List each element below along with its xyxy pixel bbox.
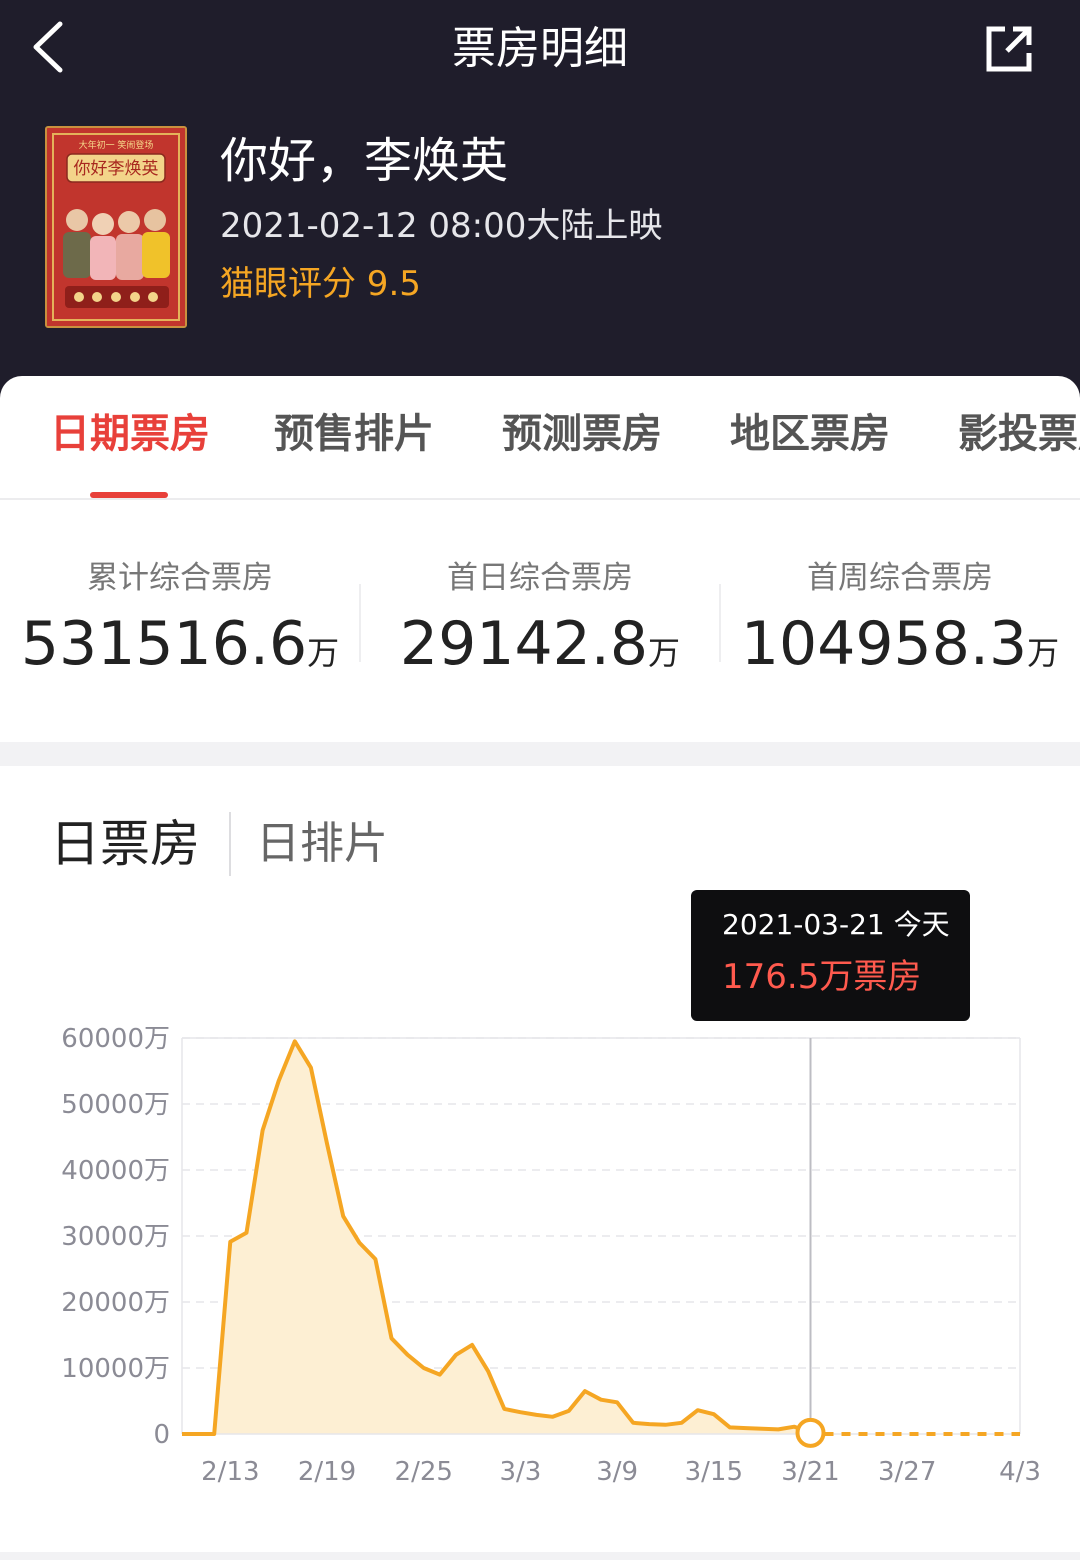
stat-unit: 万 <box>648 634 681 672</box>
x-tick-label: 3/21 <box>781 1457 839 1487</box>
y-tick-label: 50000万 <box>61 1090 170 1120</box>
share-icon <box>986 26 1032 72</box>
chart-tab-daily-schedule[interactable]: 日排片 <box>256 812 388 876</box>
tab-bar: 日期票房 预售排片 预测票房 地区票房 影投票房 <box>0 376 1080 500</box>
poster-title: 你好李焕英 <box>74 159 159 179</box>
series-area <box>182 1041 811 1434</box>
y-tick-label: 20000万 <box>61 1288 170 1318</box>
stat-cumulative: 累计综合票房 531516.6万 <box>0 556 360 691</box>
y-tick-label: 30000万 <box>61 1222 170 1252</box>
stat-value: 531516.6 <box>20 609 308 679</box>
stat-label: 累计综合票房 <box>87 560 273 596</box>
stat-value: 29142.8 <box>399 609 649 679</box>
box-office-summary-card: 日期票房 预售排片 预测票房 地区票房 影投票房 累计综合票房 531516.6… <box>0 376 1080 742</box>
maoyan-rating: 猫眼评分 9.5 <box>220 264 421 304</box>
stat-first-week: 首周综合票房 104958.3万 <box>720 556 1080 691</box>
x-tick-label: 4/3 <box>999 1457 1041 1487</box>
stat-first-day: 首日综合票房 29142.8万 <box>360 556 720 691</box>
x-tick-label: 3/15 <box>685 1457 743 1487</box>
tooltip-value: 176.5万票房 <box>722 957 922 997</box>
tab-date-box-office[interactable]: 日期票房 <box>50 406 210 462</box>
x-tick-label: 2/13 <box>201 1457 259 1487</box>
stat-label: 首周综合票房 <box>807 560 993 596</box>
daily-chart-card: 60000万 50000万 40000万 30000万 20000万 10000万 0 2/1… <box>0 766 1080 1552</box>
x-tick-label: 3/9 <box>596 1457 638 1487</box>
stat-unit: 万 <box>307 634 340 672</box>
stat-label: 首日综合票房 <box>447 560 633 596</box>
x-tick-label: 3/27 <box>878 1457 936 1487</box>
tab-presale-schedule[interactable]: 预售排片 <box>274 406 434 462</box>
chart-tab-daily-box-office[interactable]: 日票房 <box>50 808 200 880</box>
chart-tooltip: 2021-03-21 今天 176.5万票房 <box>691 890 970 1021</box>
poster-tagline: 大年初一 笑闹登场 <box>79 139 154 151</box>
tab-investor-box-office[interactable]: 影投票房 <box>958 406 1080 462</box>
x-tick-label: 3/3 <box>500 1457 542 1487</box>
movie-poster[interactable]: 大年初一 笑闹登场 你好李焕英 <box>45 126 187 328</box>
y-tick-label: 10000万 <box>61 1354 170 1384</box>
y-tick-label: 0 <box>153 1420 170 1450</box>
tab-region-box-office[interactable]: 地区票房 <box>730 406 890 462</box>
daily-box-office-chart[interactable]: 60000万 50000万 40000万 30000万 20000万 10000万 0 2/1… <box>0 766 1080 1552</box>
release-info: 2021-02-12 08:00大陆上映 <box>220 206 663 246</box>
y-tick-label: 60000万 <box>61 1024 170 1054</box>
stat-value: 104958.3 <box>740 609 1028 679</box>
movie-title: 你好，李焕英 <box>220 133 509 189</box>
chart-tab-separator <box>229 812 231 876</box>
selected-point-marker <box>795 1417 826 1448</box>
page-title: 票房明细 <box>452 23 628 74</box>
y-tick-label: 40000万 <box>61 1156 170 1186</box>
active-tab-indicator <box>90 492 168 498</box>
top-header: 票房明细 大年初一 笑闹登场 你好李焕英 你好，李焕英 2021-02-12 0… <box>0 0 1080 400</box>
share-button[interactable] <box>974 14 1044 84</box>
stat-unit: 万 <box>1027 634 1060 672</box>
tooltip-date: 2021-03-21 今天 <box>722 908 950 941</box>
x-tick-label: 2/19 <box>298 1457 356 1487</box>
tab-forecast-box-office[interactable]: 预测票房 <box>502 406 662 462</box>
x-tick-label: 2/25 <box>395 1457 453 1487</box>
